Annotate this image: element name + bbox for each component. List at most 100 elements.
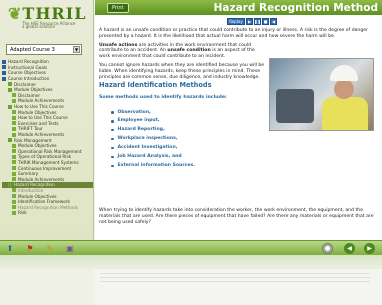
bottom-toolbar: ⬆ ⚑ ✎ ▣ ● ◀ ▶ bbox=[0, 240, 382, 255]
page-icon bbox=[12, 98, 16, 103]
page-icon bbox=[12, 194, 16, 199]
course-select[interactable]: Adapted Course 3 ▼ bbox=[6, 44, 82, 55]
previous-icon[interactable]: ◀ bbox=[344, 243, 355, 254]
page-icon bbox=[12, 171, 16, 176]
glossary-icon[interactable]: ▣ bbox=[64, 243, 76, 254]
page-icon bbox=[12, 166, 16, 171]
logo: ❦THRIL The HSE Resource Alliance a globa… bbox=[0, 0, 93, 38]
next-icon[interactable]: ▶ bbox=[364, 243, 375, 254]
page-title: Hazard Recognition Method bbox=[213, 1, 378, 14]
sidebar-item-label: Module Achievements bbox=[18, 176, 65, 182]
sidebar: ❦THRIL The HSE Resource Alliance a globa… bbox=[0, 0, 94, 240]
page-icon bbox=[8, 104, 12, 109]
bullet-icon bbox=[111, 120, 114, 123]
sidebar-item-label: How to Use This Course bbox=[18, 115, 68, 121]
print-button[interactable]: Print bbox=[107, 2, 129, 13]
unsafe-condition-term: unsafe condition bbox=[167, 48, 211, 54]
method-label: Employee input, bbox=[117, 118, 160, 124]
page-icon bbox=[12, 160, 16, 165]
unsafe-actions-term: Unsafe actions bbox=[99, 42, 138, 48]
app-window: ❦THRIL The HSE Resource Alliance a globa… bbox=[0, 0, 382, 305]
sidebar-item-label: Operational Risk Management bbox=[18, 148, 82, 154]
sidebar-item-label: Module Objectives bbox=[14, 87, 53, 93]
sidebar-item-label: Disclaimer bbox=[18, 92, 41, 98]
page-icon bbox=[12, 121, 16, 126]
bullet-icon bbox=[111, 155, 114, 159]
course-select-value: Adapted Course 3 bbox=[10, 46, 55, 53]
sidebar-item-label: Module Objectives bbox=[18, 143, 57, 149]
sidebar-item-label: Module Achievements bbox=[18, 132, 65, 138]
home-icon[interactable]: ● bbox=[322, 243, 333, 254]
folder-icon bbox=[2, 59, 6, 64]
sidebar-item-label: Exercises and Tests bbox=[18, 120, 59, 126]
page-icon bbox=[12, 177, 16, 182]
sidebar-item-label: Summary bbox=[18, 171, 39, 177]
course-tree: Hazard Recognition Instructional Goals Cou… bbox=[0, 59, 93, 216]
method-label: Job Hazard Analysis, and bbox=[117, 153, 182, 159]
play-icon[interactable]: ▶ bbox=[246, 18, 253, 25]
audio-controls: Replay ▶ ❚❚ ■ ◀ bbox=[227, 18, 277, 25]
page-icon bbox=[12, 110, 16, 115]
page-icon bbox=[12, 154, 16, 159]
pause-icon[interactable]: ❚❚ bbox=[254, 18, 261, 25]
method-item: Job Hazard Analysis, and bbox=[111, 152, 378, 161]
sidebar-item-label: Module Achievements bbox=[18, 98, 65, 104]
sidebar-item-label: Introduction bbox=[18, 187, 44, 193]
page-icon bbox=[8, 138, 12, 143]
method-label: Hazard Reporting, bbox=[117, 127, 165, 133]
page-icon bbox=[12, 93, 16, 98]
notes-icon[interactable]: ✎ bbox=[44, 243, 56, 254]
principles-paragraph: You cannot ignore hazards when they are … bbox=[99, 62, 265, 80]
page-icon bbox=[12, 188, 16, 193]
sidebar-item-label: THRIK Management Systems bbox=[18, 159, 79, 165]
worker-face-shape bbox=[334, 79, 354, 99]
bookmark-icon[interactable]: ⚑ bbox=[24, 243, 36, 254]
sidebar-item[interactable]: Risk bbox=[2, 210, 93, 216]
sidebar-item-label: Risk Management bbox=[14, 137, 52, 143]
page-icon bbox=[12, 210, 16, 215]
folder-icon bbox=[2, 65, 6, 70]
folder-icon bbox=[2, 70, 6, 75]
sidebar-item-label: Hazard Recognition Methods bbox=[18, 204, 78, 210]
page-icon bbox=[12, 132, 16, 137]
bullet-icon bbox=[111, 137, 114, 141]
sidebar-item-label: Types of Operational Risk bbox=[18, 154, 72, 160]
method-item: Accident Investigation, bbox=[111, 144, 378, 153]
chevron-down-icon[interactable]: ▼ bbox=[73, 46, 80, 53]
sidebar-item-label: Hazard Recognition bbox=[8, 59, 49, 65]
sidebar-item-label: Instructional Goals bbox=[8, 64, 48, 70]
exit-icon[interactable]: ⬆ bbox=[4, 243, 16, 254]
mirror-reflection bbox=[0, 255, 382, 305]
replay-button[interactable]: Replay bbox=[227, 18, 245, 25]
page-icon bbox=[8, 182, 12, 187]
page-icon bbox=[12, 149, 16, 154]
page-icon bbox=[12, 143, 16, 148]
method-item: External information Sources. bbox=[111, 161, 378, 170]
bullet-icon bbox=[111, 146, 114, 150]
leaf-icon: ❦ bbox=[8, 4, 23, 23]
page-icon bbox=[12, 126, 16, 131]
stop-icon[interactable]: ■ bbox=[262, 18, 269, 25]
closing-paragraph: When trying to identify hazards take int… bbox=[99, 208, 374, 225]
sidebar-item-label: Continuous Improvement bbox=[18, 165, 72, 171]
page-icon bbox=[12, 199, 16, 204]
bullet-icon bbox=[111, 164, 114, 167]
method-label: Workplace inspections, bbox=[117, 136, 178, 142]
title-bar: Print Hazard Recognition Method bbox=[95, 0, 382, 15]
method-label: External information Sources. bbox=[117, 162, 196, 168]
sidebar-item-label: How to Use This Course bbox=[14, 104, 64, 110]
folder-icon bbox=[2, 76, 6, 81]
sidebar-item-label: Identification Framework bbox=[18, 199, 70, 205]
sidebar-item-label: Module Objectives bbox=[18, 193, 57, 199]
volume-icon[interactable]: ◀ bbox=[270, 18, 277, 25]
bullet-icon bbox=[111, 128, 114, 132]
page-icon bbox=[8, 87, 12, 92]
method-item: Workplace inspections, bbox=[111, 135, 378, 144]
main-content: Print Hazard Recognition Method Replay ▶… bbox=[95, 0, 382, 240]
worker-photo bbox=[269, 58, 374, 131]
equipment-shape bbox=[276, 89, 314, 123]
unsafe-actions-paragraph: Unsafe actions are activities in the wor… bbox=[99, 43, 267, 60]
worker-body-shape bbox=[322, 97, 368, 130]
sidebar-item[interactable]: Operational Risk Management bbox=[2, 149, 93, 155]
sidebar-item-label: Hazard Recognition bbox=[14, 182, 55, 188]
